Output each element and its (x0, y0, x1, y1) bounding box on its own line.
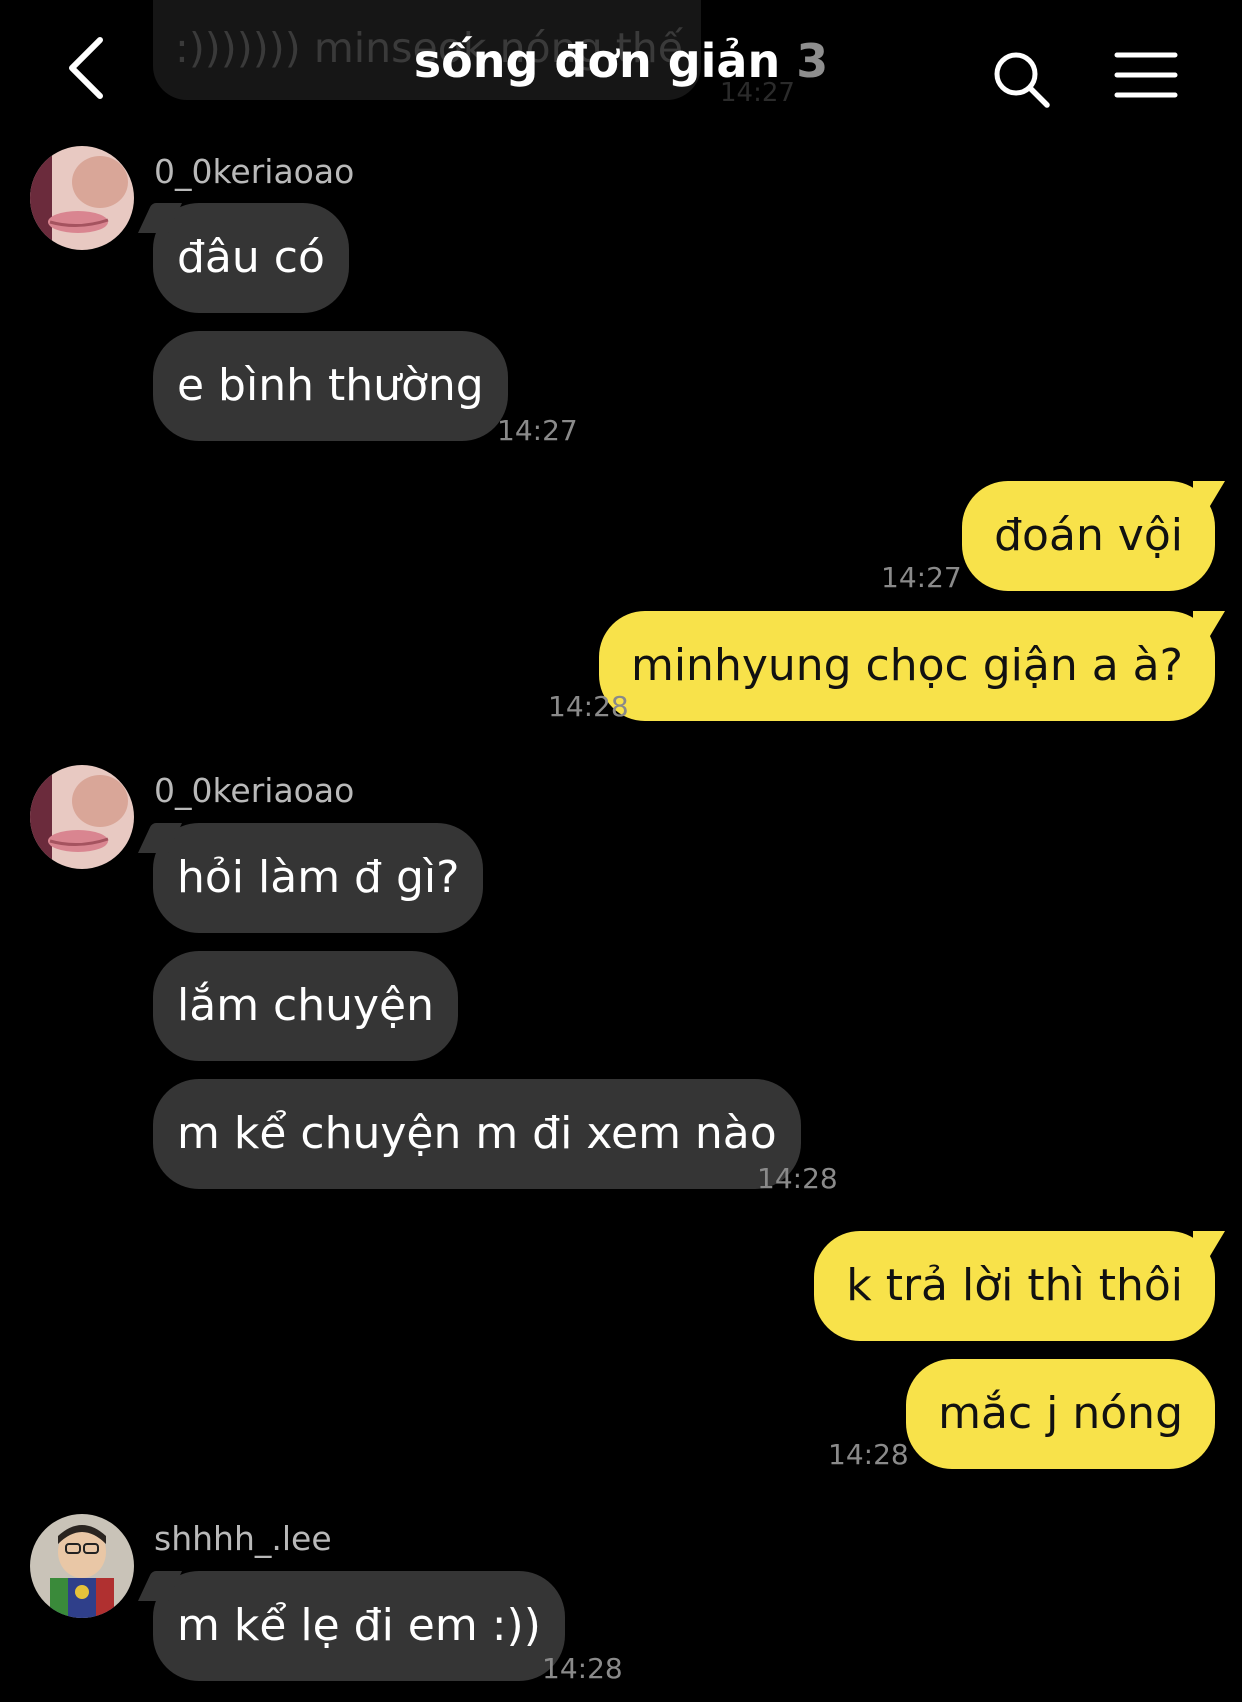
message-bubble[interactable]: lắm chuyện (153, 951, 458, 1061)
message-text: mắc j nóng (938, 1388, 1183, 1439)
message-time: 14:28 (548, 690, 629, 723)
sender-name[interactable]: shhhh_.lee (154, 1519, 332, 1558)
sender-name[interactable]: 0_0keriaoao (154, 771, 354, 810)
message-time: 14:28 (757, 1162, 838, 1195)
message-text: đoán vội (994, 510, 1183, 561)
message-bubble[interactable]: m kể chuyện m đi xem nào (153, 1079, 801, 1189)
message-bubble[interactable]: k trả lời thì thôi (814, 1231, 1215, 1341)
message-bubble[interactable]: m kể lẹ đi em :)) (153, 1571, 565, 1681)
message-text: m kể lẹ đi em :)) (177, 1600, 541, 1651)
chevron-left-icon (69, 37, 103, 99)
avatar[interactable] (30, 765, 134, 869)
message-text: đâu có (177, 232, 325, 283)
avatar[interactable] (30, 146, 134, 250)
avatar-photo (30, 1514, 134, 1618)
message-text: hỏi làm đ gì? (177, 852, 460, 903)
message-bubble[interactable]: mắc j nóng (906, 1359, 1215, 1469)
message-text: k trả lời thì thôi (846, 1260, 1183, 1311)
message-time: 14:28 (828, 1438, 909, 1471)
message-bubble[interactable]: e bình thường (153, 331, 508, 441)
chat-name: sống đơn giản (413, 34, 781, 88)
message-text: lắm chuyện (177, 980, 434, 1031)
member-count: 3 (796, 34, 829, 88)
back-button[interactable] (64, 36, 108, 100)
message-text: minhyung chọc giận a à? (630, 640, 1183, 691)
avatar[interactable] (30, 1514, 134, 1618)
message-bubble[interactable]: đâu có (153, 203, 349, 313)
message-bubble[interactable]: hỏi làm đ gì? (153, 823, 484, 933)
chat-title[interactable]: sống đơn giản 3 (300, 34, 942, 88)
avatar-photo (30, 146, 134, 250)
message-bubble[interactable]: đoán vội (962, 481, 1215, 591)
avatar-photo (30, 765, 134, 869)
message-time: 14:27 (881, 561, 962, 594)
menu-button[interactable] (1114, 50, 1178, 100)
message-bubble[interactable]: minhyung chọc giận a à? (598, 611, 1215, 721)
message-time: 14:28 (542, 1652, 623, 1685)
hamburger-menu-icon (1114, 52, 1178, 98)
sender-name[interactable]: 0_0keriaoao (154, 152, 354, 191)
search-button[interactable] (992, 50, 1052, 110)
message-text: m kể chuyện m đi xem nào (177, 1108, 777, 1159)
search-icon (994, 52, 1050, 108)
message-time: 14:27 (497, 414, 578, 447)
message-text: e bình thường (177, 360, 484, 411)
